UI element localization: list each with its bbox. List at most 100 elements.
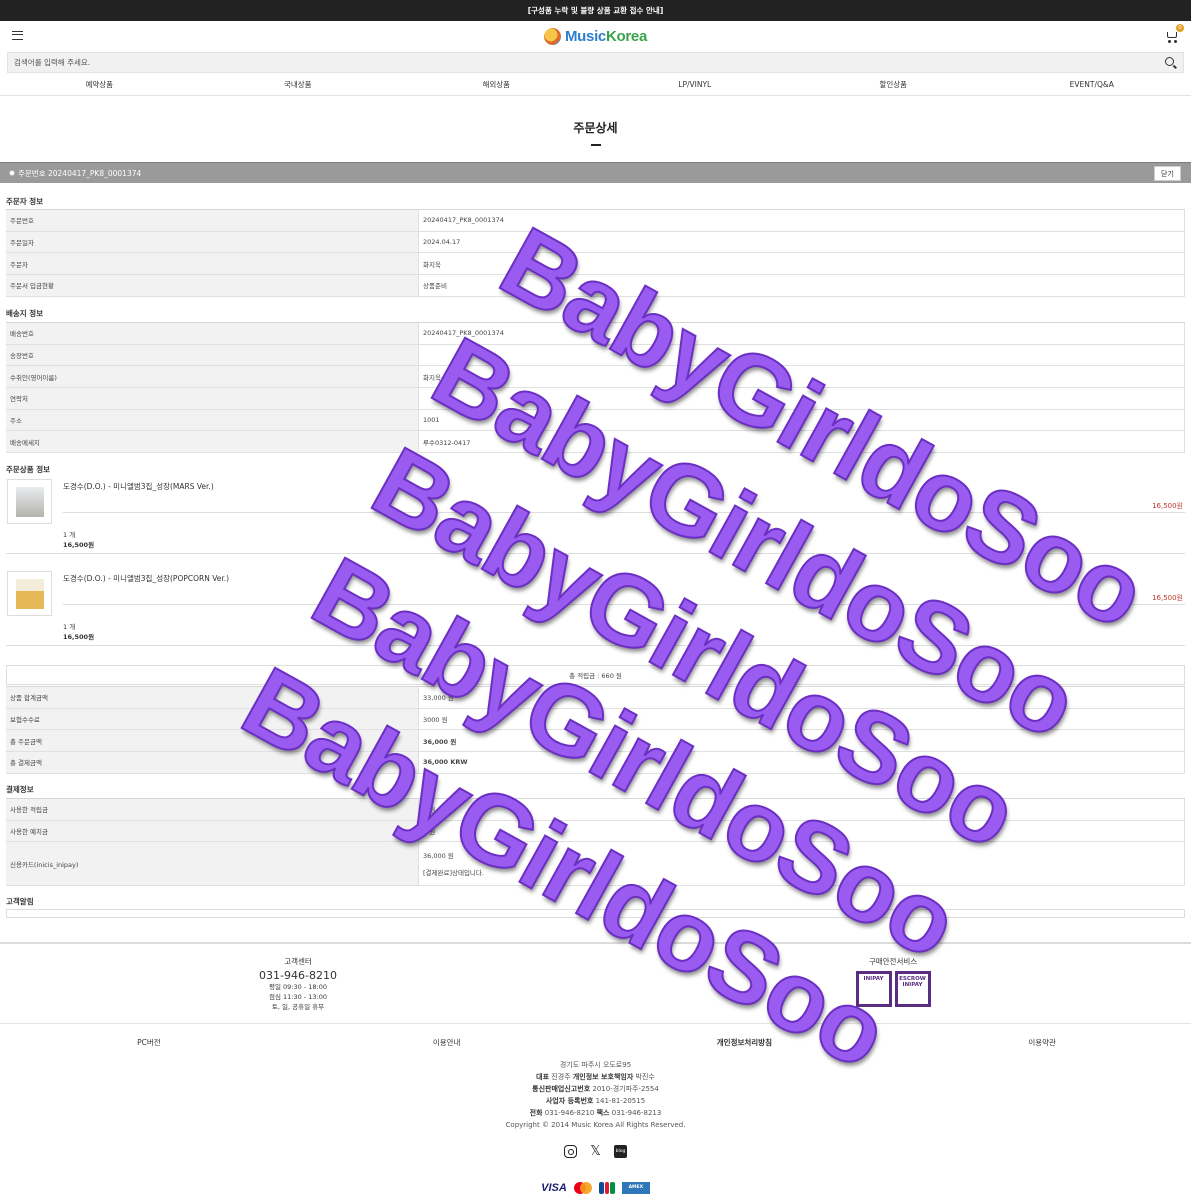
nav-item-preorder[interactable]: 예약상품	[0, 73, 199, 95]
row-value	[419, 344, 1185, 366]
blog-icon[interactable]: blog	[614, 1145, 627, 1158]
logo-mark-icon	[543, 28, 561, 45]
product-price: 16,500원	[1152, 502, 1183, 510]
category-nav: 예약상품 국내상품 해외상품 LP/VINYL 할인상품 EVENT/Q&A	[0, 73, 1191, 96]
card-status: [결제완료]상태입니다.	[423, 869, 484, 878]
row-label: 주소	[6, 409, 419, 431]
table-row: 배송번호 20240417_PK8_0001374	[6, 323, 1185, 345]
shipping-table: 배송번호 20240417_PK8_0001374 송장번호 수취인(영어이름) 화…	[6, 322, 1185, 454]
top-notice-bar[interactable]: [구성품 누락 및 불량 상품 교환 접수 안내]	[0, 0, 1191, 21]
nav-item-sale[interactable]: 할인상품	[794, 73, 993, 95]
row-value: 0 원	[419, 799, 1185, 820]
cs-hours-lunch: 점심 11:30 - 13:00	[269, 993, 327, 1001]
close-button[interactable]: 닫기	[1154, 166, 1181, 181]
cs-phone[interactable]: 031-946-8210	[240, 969, 356, 982]
table-row: 사용한 예치금 0 원	[6, 820, 1185, 843]
row-label: 연락처	[6, 388, 419, 409]
table-row: 총 결제금액 36,000 KRW	[6, 752, 1185, 774]
customer-center: 고객센터 031-946-8210 평일 09:30 - 18:00 점심 11…	[240, 956, 356, 1012]
product-price: 16,500원	[1152, 594, 1183, 602]
memo-section-title: 고객알림	[6, 897, 34, 906]
row-label: 보험수수료	[6, 708, 419, 730]
cart-count-badge: 0	[1176, 24, 1184, 32]
instagram-icon[interactable]	[564, 1145, 577, 1158]
row-label: 배송번호	[6, 323, 419, 344]
safe-title: 구매안전서비스	[868, 957, 918, 966]
table-row: 배송메세지 루수0312-0417	[6, 431, 1185, 454]
divider	[63, 512, 1185, 513]
page-title: 주문상세	[573, 121, 618, 135]
row-value: 루수0312-0417	[419, 431, 1185, 453]
footer-link-terms[interactable]: 이용약관	[893, 1037, 1191, 1048]
total-points: 총 적립금 : 660 원	[6, 665, 1185, 685]
top-notice-text[interactable]: [구성품 누락 및 불량 상품 교환 접수 안내]	[528, 5, 664, 16]
x-icon[interactable]: 𝕏	[589, 1145, 602, 1158]
search-input[interactable]	[8, 53, 1183, 72]
nav-item-lp-vinyl[interactable]: LP/VINYL	[596, 73, 795, 95]
row-label: 주문자	[6, 253, 419, 275]
nav-item-domestic[interactable]: 국내상품	[199, 73, 398, 95]
table-row: 주문서 입금현황 상품준비	[6, 275, 1185, 297]
footer-links: PC버전 이용안내 개인정보처리방침 이용약관	[0, 1037, 1191, 1048]
product-name[interactable]: 도경수(D.O.) - 미니앨범3집_성장(POPCORN Ver.)	[63, 573, 229, 584]
product-thumbnail[interactable]	[7, 479, 52, 524]
cs-title: 고객센터	[284, 957, 312, 966]
company-biz-number: 사업자 등록번호 141-81-20515	[545, 1097, 646, 1105]
table-row: 연락처	[6, 388, 1185, 410]
inipay-badge[interactable]: INIPAY	[855, 971, 892, 1007]
row-value: 1001	[419, 409, 1185, 431]
table-row: 송장번호	[6, 344, 1185, 367]
bullet-icon	[9, 170, 15, 176]
safe-purchase-service: 구매안전서비스 INIPAY ESCROW INIPAY	[840, 956, 946, 1007]
escrow-inipay-badge[interactable]: ESCROW INIPAY	[894, 971, 931, 1007]
order-number-label: 주문번호 20240417_PK8_0001374	[18, 168, 142, 178]
jcb-icon	[598, 1182, 615, 1194]
row-label: 총 주문금액	[6, 730, 419, 752]
table-row: 상품 합계금액 33,000 원	[6, 687, 1185, 709]
payment-cards: VISA AMEX	[0, 1182, 1191, 1194]
row-value: 화지욱	[419, 253, 1185, 275]
row-value: 20240417_PK8_0001374	[419, 323, 1185, 344]
footer-link-privacy[interactable]: 개인정보처리방침	[596, 1037, 894, 1048]
table-row: 사용한 적립금 0 원	[6, 799, 1185, 821]
row-label: 총 결제금액	[6, 752, 419, 773]
amex-icon: AMEX	[621, 1182, 650, 1194]
footer-link-pc[interactable]: PC버전	[0, 1037, 298, 1048]
nav-item-overseas[interactable]: 해외상품	[397, 73, 596, 95]
payment-section-title: 결제정보	[6, 785, 34, 794]
table-row: 주소 1001	[6, 409, 1185, 432]
row-value: 33,000 원	[419, 687, 1185, 708]
row-value: 20240417_PK8_0001374	[419, 210, 1185, 231]
search-bar	[7, 52, 1184, 73]
row-value: 0 원	[419, 820, 1185, 842]
row-label: 주문번호	[6, 210, 419, 231]
nav-item-event-qa[interactable]: EVENT/Q&A	[993, 73, 1191, 95]
memo-box	[6, 909, 1185, 918]
row-label: 상품 합계금액	[6, 687, 419, 708]
row-label: 주문서 입금현황	[6, 275, 419, 296]
company-info: 경기도 파주시 오도로95 대표 진경주 개인정보 보호책임자 박진수 통신판매…	[0, 1059, 1191, 1131]
product-name[interactable]: 도경수(D.O.) - 미니앨범3집_성장(MARS Ver.)	[63, 481, 214, 492]
footer-link-guide[interactable]: 이용안내	[298, 1037, 596, 1048]
product-subtotal: 16,500원	[63, 541, 95, 549]
header: MusicKorea 0	[0, 21, 1191, 52]
product-thumbnail[interactable]	[7, 571, 52, 616]
hamburger-menu-icon[interactable]	[12, 31, 23, 40]
orderer-section-title: 주문자 정보	[6, 197, 44, 206]
row-value: 3000 원	[419, 708, 1185, 730]
row-value: 36,000 원	[419, 730, 1185, 752]
footer-divider	[0, 1023, 1191, 1024]
company-address: 경기도 파주시 오도로95	[559, 1061, 632, 1069]
search-icon[interactable]	[1165, 57, 1174, 66]
row-label: 사용한 적립금	[6, 799, 419, 820]
row-value	[419, 388, 1185, 409]
logo-text: MusicKorea	[564, 28, 648, 45]
site-logo[interactable]: MusicKorea	[543, 28, 648, 45]
row-value: 2024.04.17	[419, 231, 1185, 253]
product-subtotal: 16,500원	[63, 633, 95, 641]
table-row: 주문일자 2024.04.17	[6, 231, 1185, 254]
cart-icon[interactable]: 0	[1166, 24, 1184, 43]
visa-icon: VISA	[541, 1182, 567, 1194]
list-item: 도경수(D.O.) - 미니앨범3집_성장(POPCORN Ver.) 16,5…	[6, 571, 1185, 646]
table-row: 주문자 화지욱	[6, 253, 1185, 276]
